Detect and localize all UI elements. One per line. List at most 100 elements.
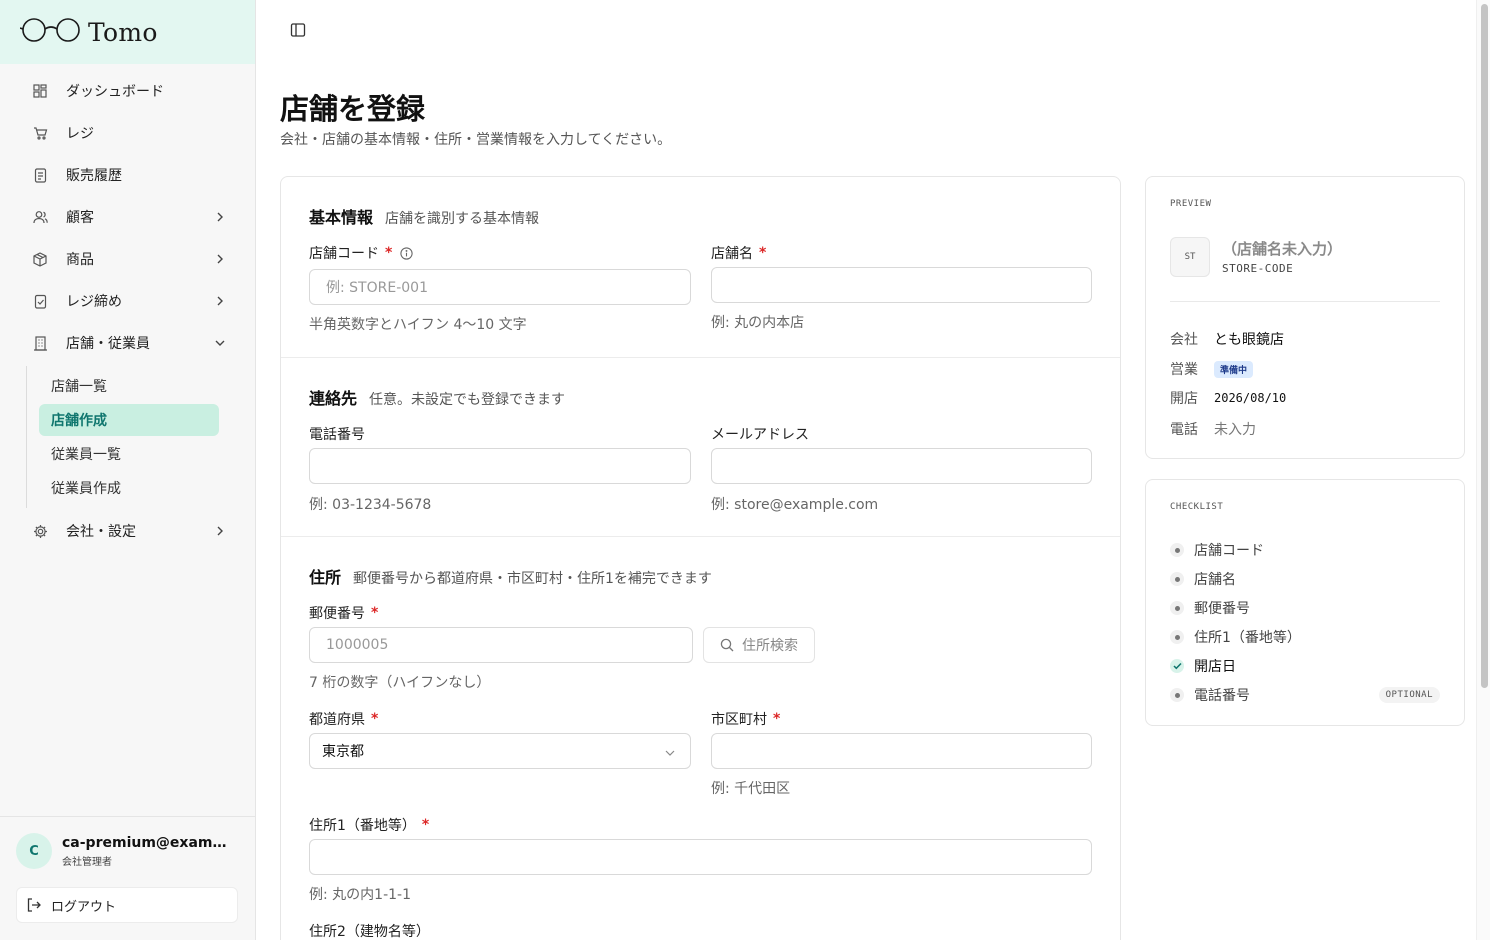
checklist-label: 開店日 [1194,659,1236,675]
pending-dot-icon [1170,601,1184,615]
pending-dot-icon [1170,572,1184,586]
postal-code-label: 郵便番号 * [309,603,378,623]
preview-key: 営業 [1170,362,1198,378]
sidebar-item-sales-history[interactable]: 販売履歴 [0,154,255,196]
user-text: ca-premium@example.com 会社管理者 [62,835,236,868]
user-email: ca-premium@example.com [62,834,236,851]
sidebar-toggle-button[interactable] [288,22,308,42]
dashboard-icon [32,83,48,99]
logout-button[interactable]: ログアウト [16,887,238,923]
preview-store-code: STORE-CODE [1222,262,1294,275]
phone-input[interactable] [309,448,691,484]
section-header: 住所 郵便番号から都道府県・市区町村・住所1を補完できます [309,564,712,588]
preview-key: 電話 [1170,422,1198,438]
store-code-input[interactable]: 例: STORE-001 [309,269,691,305]
page-subtitle: 会社・店舗の基本情報・住所・営業情報を入力してください。 [280,132,672,148]
check-icon [1170,659,1184,673]
section-title: 連絡先 [309,389,358,408]
preview-key: 会社 [1170,332,1198,348]
checklist-item: 開店日 [1170,655,1440,677]
preview-row-phone: 電話 未入力 [1170,419,1256,439]
page-scrollbar[interactable] [1476,0,1490,940]
phone-hint: 例: 03-1234-5678 [309,497,432,513]
sidebar-item-dashboard[interactable]: ダッシュボード [0,70,255,112]
sidebar-item-label: 販売履歴 [66,168,122,184]
label-text: 住所1（番地等） [309,818,416,834]
chevron-right-icon [213,524,227,538]
stores-staff-submenu: 店舗一覧 店舗作成 従業員一覧 従業員作成 [26,364,255,510]
chevron-down-icon [664,745,676,761]
city-label: 市区町村 * [711,709,780,729]
user-profile[interactable]: C ca-premium@example.com 会社管理者 [16,833,236,869]
sidebar-subitem-staff-list[interactable]: 従業員一覧 [39,438,219,470]
section-description: 郵便番号から都道府県・市区町村・住所1を補完できます [353,571,712,587]
glasses-logo-icon [19,17,84,47]
preview-value: とも眼鏡店 [1214,332,1284,348]
required-mark: * [371,711,379,727]
postal-code-hint: 7 桁の数字（ハイフンなし） [309,675,491,691]
sidebar-item-register[interactable]: レジ [0,112,255,154]
required-mark: * [421,817,430,833]
package-icon [32,251,48,267]
checklist-card: CHECKLIST 店舗コード 店舗名 郵便番号 住所1（番地等） 開店日 電話… [1145,479,1465,726]
info-icon[interactable] [400,246,413,260]
prefecture-select[interactable]: 東京都 [309,733,691,769]
preview-card: PREVIEW ST （店舗名未入力） STORE-CODE 会社 とも眼鏡店 … [1145,176,1465,459]
sidebar-item-label: 顧客 [66,210,94,226]
sidebar-footer: C ca-premium@example.com 会社管理者 ログアウト [0,816,255,940]
store-name-hint: 例: 丸の内本店 [711,315,805,331]
sidebar-subitem-store-list[interactable]: 店舗一覧 [39,370,219,402]
preview-value: 未入力 [1214,422,1256,438]
checklist-item: 店舗名 [1170,568,1440,590]
store-initials-box: ST [1170,237,1210,277]
sidebar: Tomo ダッシュボード レジ 販売履歴 顧客 商品 レジ締め 店舗・従業員 店… [0,0,256,940]
sidebar-item-label: 会社・設定 [66,524,136,540]
sidebar-item-customers[interactable]: 顧客 [0,196,255,238]
store-code-label: 店舗コード * [309,243,413,263]
sidebar-item-label: レジ締め [66,294,122,310]
label-text: 郵便番号 [309,606,365,622]
phone-label: 電話番号 [309,427,365,443]
page-title: 店舗を登録 [280,92,426,126]
prefecture-label: 都道府県 * [309,709,378,729]
sidebar-nav: ダッシュボード レジ 販売履歴 顧客 商品 レジ締め 店舗・従業員 店舗一覧 店… [0,70,255,552]
cart-icon [32,125,48,141]
email-input[interactable] [711,448,1092,484]
postal-code-input[interactable]: 1000005 [309,627,693,663]
sidebar-subitem-store-create[interactable]: 店舗作成 [39,404,219,436]
section-header: 連絡先 任意。未設定でも登録できます [309,385,565,409]
brand-name: Tomo [88,17,158,47]
checklist-item: 電話番号 OPTIONAL [1170,684,1440,706]
sidebar-subitem-staff-create[interactable]: 従業員作成 [39,472,219,504]
divider [1170,301,1440,302]
users-icon [32,209,48,225]
preview-store-name: （店舗名未入力） [1222,240,1343,258]
address-search-button[interactable]: 住所検索 [703,627,815,663]
chevron-right-icon [213,294,227,308]
required-mark: * [773,711,781,727]
preview-row-company: 会社 とも眼鏡店 [1170,329,1284,349]
checklist-label: 店舗名 [1194,572,1236,588]
sidebar-item-products[interactable]: 商品 [0,238,255,280]
pending-dot-icon [1170,543,1184,557]
sidebar-item-company-settings[interactable]: 会社・設定 [0,510,255,552]
city-input[interactable] [711,733,1092,769]
checklist-label: 住所1（番地等） [1194,630,1301,646]
sidebar-item-stores-staff[interactable]: 店舗・従業員 [0,322,255,364]
optional-badge: OPTIONAL [1378,687,1440,703]
scrollbar-thumb[interactable] [1481,4,1488,688]
clipboard-check-icon [32,293,48,309]
sidebar-item-label: レジ [66,126,94,142]
store-name-input[interactable] [711,267,1092,303]
receipt-icon [32,167,48,183]
sidebar-item-register-close[interactable]: レジ締め [0,280,255,322]
pending-dot-icon [1170,688,1184,702]
address1-input[interactable] [309,839,1092,875]
building-icon [32,335,48,351]
checklist-label: 店舗コード [1194,543,1264,559]
required-mark: * [371,605,379,621]
section-title: 基本情報 [309,208,374,227]
store-name-label: 店舗名 * [711,243,766,263]
chevron-right-icon [213,252,227,266]
logout-label: ログアウト [51,899,117,915]
